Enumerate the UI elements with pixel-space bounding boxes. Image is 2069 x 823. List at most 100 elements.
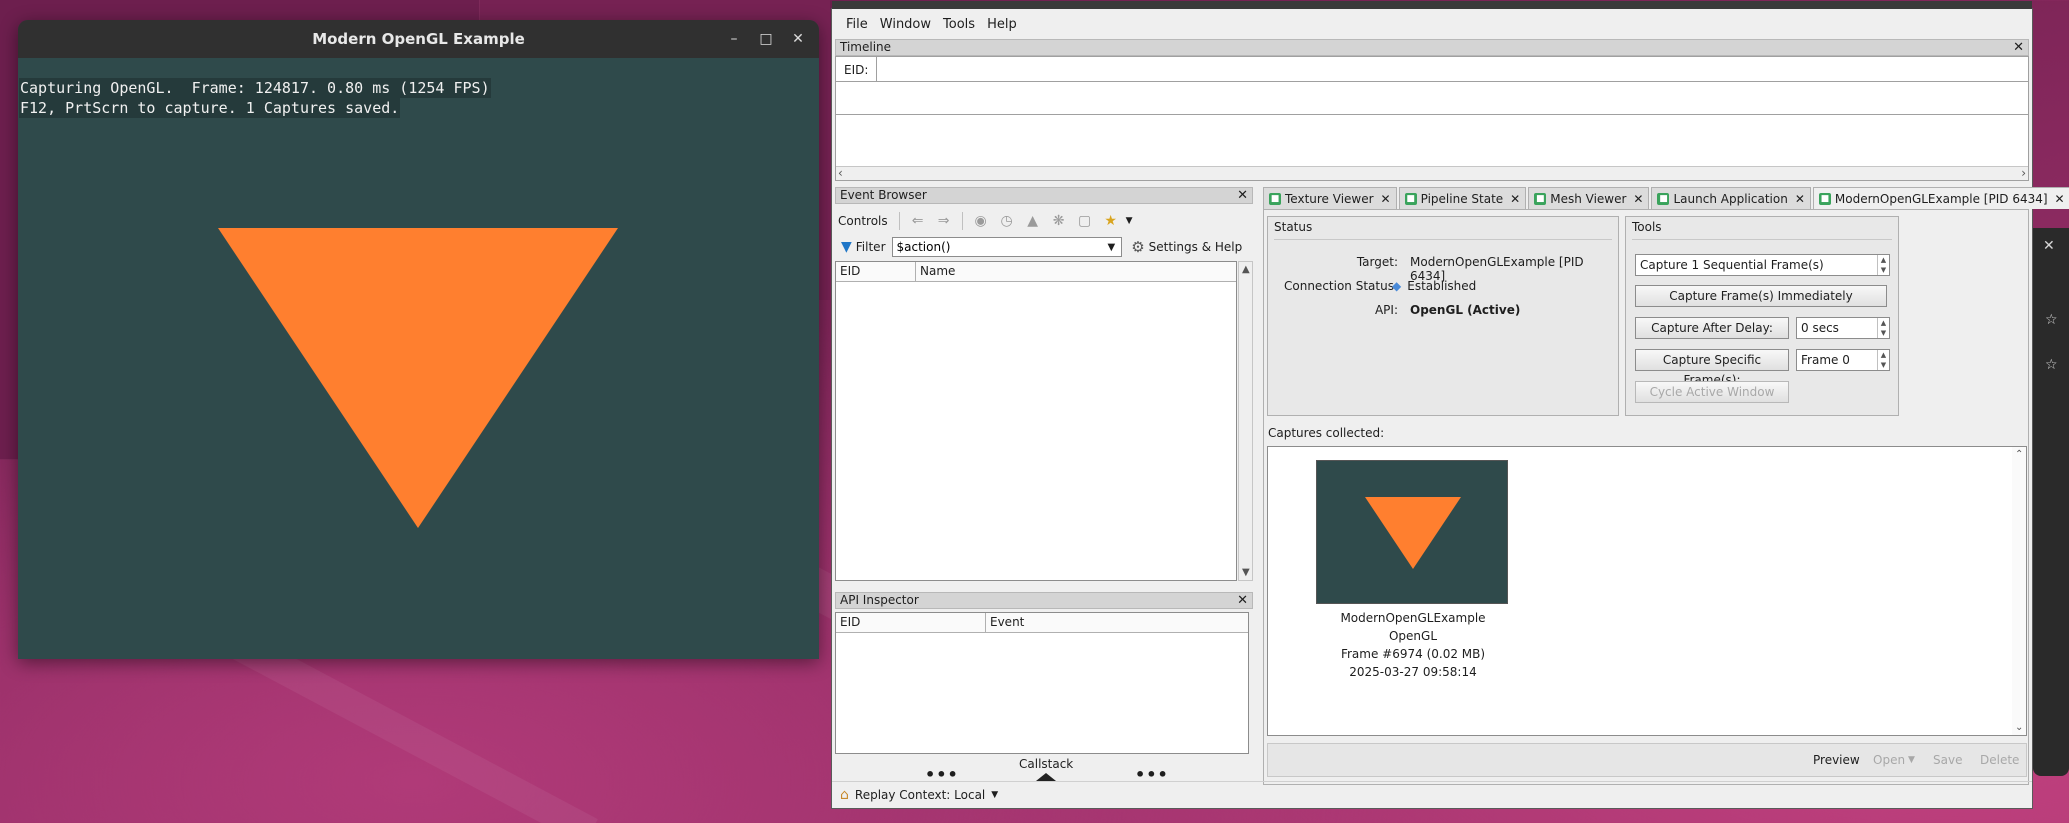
event-browser-panel: Event Browser ✕ Controls ⇐ ⇒ ◉ ◷ ▲ ❋ ▢ ★… (835, 187, 1253, 587)
capture-frame: Frame #6974 (0.02 MB) (1340, 647, 1486, 661)
cycle-active-window-button[interactable]: Cycle Active Window (1635, 381, 1789, 403)
star-icon[interactable]: ☆ (2045, 357, 2058, 373)
filter-icon: ▼ (841, 239, 852, 255)
frame-spinbox[interactable]: Frame 0 ▲ ▼ (1796, 349, 1890, 371)
settings-help-button[interactable]: ⚙ Settings & Help (1131, 238, 1242, 256)
timeline-scrollbar[interactable]: ‹ › (836, 166, 2028, 180)
close-icon[interactable]: ✕ (1510, 192, 1520, 206)
opengl-canvas[interactable]: Capturing OpenGL. Frame: 124817. 0.80 ms… (18, 58, 819, 659)
panel-icon: ■ (1269, 192, 1281, 205)
captures-list[interactable]: ModernOpenGLExample OpenGL Frame #6974 (… (1267, 446, 2027, 736)
back-arrow-icon[interactable]: ⇐ (907, 211, 929, 231)
tab-label: Texture Viewer (1285, 191, 1374, 206)
close-icon[interactable]: ✕ (1381, 192, 1391, 206)
renderdoc-window[interactable]: File Window Tools Help Timeline ✕ EID: ‹… (831, 1, 2069, 809)
column-eid[interactable]: EID (836, 613, 986, 632)
chevron-down-icon[interactable]: ▼ (1108, 242, 1116, 253)
scroll-left-icon[interactable]: ‹ (838, 166, 843, 180)
background-window[interactable]: ✕ ☆ ☆ (2033, 228, 2069, 776)
scroll-up-icon[interactable]: ▲ (1242, 264, 1250, 275)
spin-arrows-icon[interactable]: ▲ ▼ (1877, 350, 1889, 370)
spin-arrows-icon[interactable]: ▲ ▼ (1877, 255, 1889, 275)
connection-status-text: Established (1407, 279, 1477, 293)
save-button[interactable]: Save (1933, 753, 1962, 767)
delay-value: 0 secs (1801, 321, 1839, 335)
capture-after-delay-button[interactable]: Capture After Delay: (1635, 317, 1789, 339)
panel-icon: ■ (1818, 192, 1831, 205)
bookmark-star-icon[interactable]: ★ (1100, 211, 1122, 231)
preview-button[interactable]: Preview (1813, 753, 1860, 767)
event-table-scrollbar[interactable]: ▲ ▼ (1238, 261, 1253, 581)
tab-texture-viewer[interactable]: ■ Texture Viewer ✕ (1263, 187, 1397, 209)
close-icon[interactable]: ✕ (2013, 40, 2024, 55)
export-icon[interactable]: ▢ (1074, 211, 1096, 231)
home-icon: ⌂ (840, 787, 849, 803)
chevron-down-icon[interactable]: ▼ (1126, 216, 1133, 226)
divider (1274, 239, 1612, 240)
chevron-down-icon[interactable]: ▼ (991, 790, 998, 800)
opengl-titlebar[interactable]: Modern OpenGL Example – □ ✕ (18, 20, 819, 58)
menu-tools[interactable]: Tools (937, 17, 981, 32)
goto-event-icon[interactable]: ▲ (1022, 211, 1044, 231)
event-browser-title: Event Browser ✕ (835, 187, 1253, 204)
scroll-up-icon[interactable]: ⌃ (2015, 449, 2023, 460)
capture-timestamp: 2025-03-27 09:58:14 (1349, 665, 1477, 679)
timeline-title: Timeline ✕ (835, 39, 2029, 56)
scroll-down-icon[interactable]: ▼ (1242, 567, 1250, 578)
close-icon[interactable]: ✕ (785, 26, 811, 52)
replay-context-label[interactable]: Replay Context: Local (855, 788, 985, 802)
maximize-icon[interactable]: □ (753, 26, 779, 52)
find-icon[interactable]: ◉ (970, 211, 992, 231)
event-browser-title-text: Event Browser (840, 188, 927, 202)
captures-scrollbar[interactable]: ⌃ ⌄ (2012, 447, 2026, 735)
minimize-icon[interactable]: – (721, 26, 747, 52)
api-label: API: (1374, 303, 1398, 317)
star-icon[interactable]: ☆ (2045, 312, 2058, 328)
tab-live-capture[interactable]: ■ ModernOpenGLExample [PID 6434] ✕ (1812, 187, 2069, 209)
close-icon[interactable]: ✕ (1795, 192, 1805, 206)
close-icon[interactable]: ✕ (1237, 593, 1248, 608)
event-table[interactable]: EID Name (835, 261, 1237, 581)
timer-icon[interactable]: ◷ (996, 211, 1018, 231)
filter-label: Filter (855, 240, 886, 254)
close-icon[interactable]: ✕ (2043, 238, 2055, 254)
callstack-toggle[interactable]: Callstack (1019, 757, 1073, 781)
chevron-down-icon[interactable]: ▼ (1908, 755, 1915, 765)
table-header: EID Name (836, 262, 1236, 282)
filter-input[interactable] (891, 237, 1122, 257)
menu-window[interactable]: Window (874, 17, 937, 32)
capture-thumbnail[interactable] (1316, 460, 1508, 604)
api-table[interactable]: EID Event (835, 612, 1249, 754)
column-eid[interactable]: EID (836, 262, 916, 281)
close-icon[interactable]: ✕ (2055, 192, 2065, 206)
timeline-body[interactable]: EID: ‹ › (835, 56, 2029, 181)
menu-help[interactable]: Help (981, 17, 1023, 32)
tab-pipeline-state[interactable]: ■ Pipeline State ✕ (1398, 187, 1527, 209)
sequential-frames-spinbox[interactable]: Capture 1 Sequential Frame(s) ▲ ▼ (1635, 254, 1890, 276)
menu-file[interactable]: File (840, 17, 874, 32)
close-icon[interactable]: ✕ (1237, 188, 1248, 203)
scroll-down-icon[interactable]: ⌄ (2015, 722, 2023, 733)
column-name[interactable]: Name (916, 262, 1236, 281)
opengl-window[interactable]: Modern OpenGL Example – □ ✕ Capturing Op… (18, 20, 819, 659)
timeline-panel: Timeline ✕ EID: ‹ › (835, 39, 2029, 181)
event-browser-toolbar: Controls ⇐ ⇒ ◉ ◷ ▲ ❋ ▢ ★ ▼ (835, 209, 1253, 233)
scroll-right-icon[interactable]: › (2021, 166, 2026, 180)
tab-mesh-viewer[interactable]: ■ Mesh Viewer ✕ (1528, 187, 1650, 209)
filter-row: ▼ Filter ▼ ⚙ Settings & Help (835, 235, 1253, 259)
capture-immediately-button[interactable]: Capture Frame(s) Immediately (1635, 285, 1887, 307)
delay-spinbox[interactable]: 0 secs ▲ ▼ (1796, 317, 1890, 339)
spin-arrows-icon[interactable]: ▲ ▼ (1877, 318, 1889, 338)
tab-label: ModernOpenGLExample [PID 6434] (1834, 191, 2048, 206)
divider (1632, 239, 1892, 240)
tab-launch-application[interactable]: ■ Launch Application ✕ (1651, 187, 1811, 209)
open-button[interactable]: Open (1873, 753, 1905, 767)
forward-arrow-icon[interactable]: ⇒ (933, 211, 955, 231)
capture-specific-button[interactable]: Capture Specific Frame(s): (1635, 349, 1789, 387)
column-event[interactable]: Event (986, 613, 1248, 632)
overlay-status-text: Capturing OpenGL. Frame: 124817. 0.80 ms… (19, 78, 491, 98)
bookmark-icon[interactable]: ❋ (1048, 211, 1070, 231)
delete-button[interactable]: Delete (1980, 753, 2019, 767)
capture-api: OpenGL (1388, 629, 1438, 643)
close-icon[interactable]: ✕ (1633, 192, 1643, 206)
